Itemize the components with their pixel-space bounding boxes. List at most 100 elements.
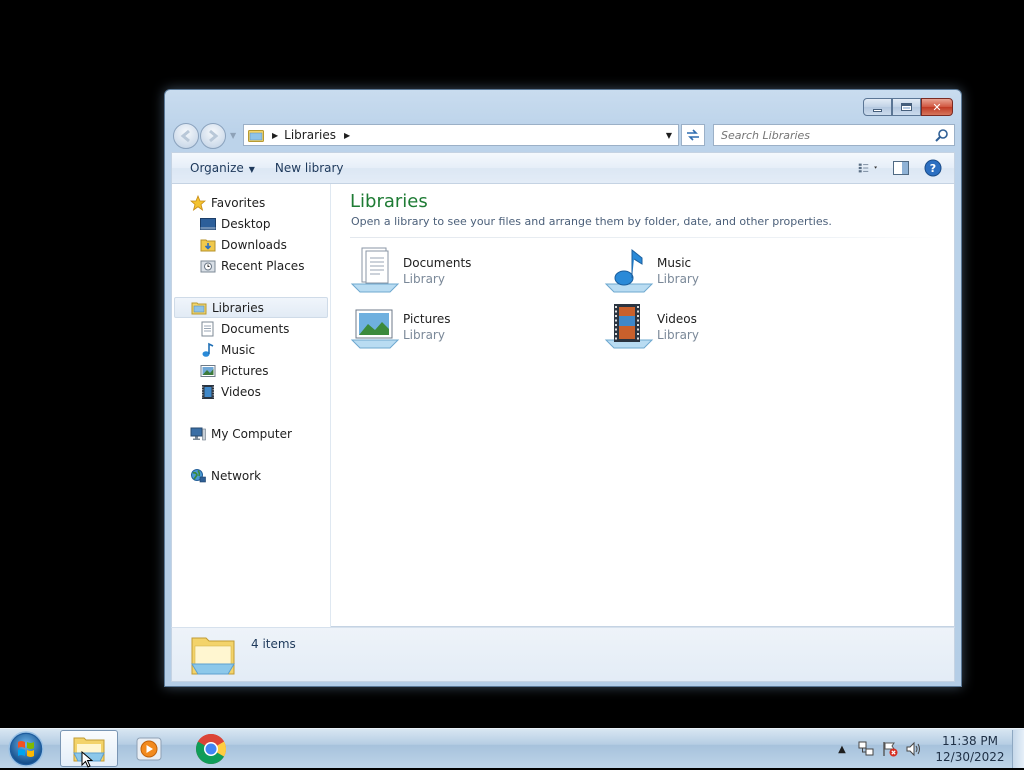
library-item-videos[interactable]: Videos Library: [604, 302, 834, 354]
nav-pictures[interactable]: Pictures: [200, 360, 269, 381]
nav-libraries-label: Libraries: [212, 300, 264, 315]
nav-libraries[interactable]: Libraries: [174, 297, 328, 318]
clock-date: 12/30/2022: [935, 750, 1005, 764]
search-input[interactable]: [721, 128, 921, 142]
breadcrumb-separator-icon[interactable]: ▶: [344, 131, 350, 140]
clock-time: 11:38 PM: [942, 734, 998, 748]
caption-buttons: ✕: [863, 98, 953, 116]
network-icon: [190, 468, 206, 484]
taskbar-chrome[interactable]: [182, 730, 240, 767]
page-subtitle: Open a library to see your files and arr…: [351, 215, 832, 228]
pictures-library-icon: [350, 309, 400, 349]
libraries-icon: [191, 300, 207, 316]
library-type: Library: [657, 328, 699, 342]
nav-downloads[interactable]: Downloads: [200, 234, 287, 255]
command-bar: Organize ▼ New library ?: [171, 152, 955, 184]
nav-recent-places[interactable]: Recent Places: [200, 255, 304, 276]
change-view-button[interactable]: [858, 158, 880, 178]
nav-desktop[interactable]: Desktop: [200, 213, 271, 234]
clock[interactable]: 11:38 PM 12/30/2022: [934, 733, 1006, 765]
breadcrumb-libraries[interactable]: Libraries: [284, 128, 336, 142]
downloads-folder-icon: [200, 237, 216, 253]
organize-menu-button[interactable]: Organize ▼: [180, 155, 265, 181]
new-library-label: New library: [274, 161, 344, 175]
recent-pages-dropdown[interactable]: ▼: [230, 131, 236, 140]
nav-desktop-label: Desktop: [221, 216, 271, 231]
network-tray-icon[interactable]: [857, 740, 875, 758]
library-item-pictures[interactable]: Pictures Library: [350, 302, 580, 354]
breadcrumb-separator-icon[interactable]: ▶: [272, 131, 278, 140]
nav-music[interactable]: Music: [200, 339, 255, 360]
nav-favorites[interactable]: Favorites: [190, 192, 265, 213]
nav-network[interactable]: Network: [190, 465, 261, 486]
library-name: Documents: [403, 256, 472, 270]
music-note-icon: [200, 342, 216, 358]
nav-my-computer[interactable]: My Computer: [190, 423, 292, 444]
libraries-content: Libraries Open a library to see your fil…: [332, 184, 954, 627]
library-name: Pictures: [403, 312, 451, 326]
back-button[interactable]: [173, 123, 199, 149]
recent-places-icon: [200, 258, 216, 274]
library-item-documents[interactable]: Documents Library: [350, 246, 580, 298]
details-pane: 4 items: [171, 627, 955, 682]
address-bar[interactable]: ▶ Libraries ▶ ▼: [243, 124, 679, 146]
action-center-flag-icon[interactable]: [881, 740, 899, 758]
address-row: ▼ ▶ Libraries ▶ ▼: [171, 123, 955, 149]
nav-videos[interactable]: Videos: [200, 381, 261, 402]
help-button[interactable]: ?: [922, 158, 944, 178]
library-type: Library: [657, 272, 699, 286]
mouse-cursor-icon: [81, 751, 93, 768]
library-type: Library: [403, 272, 445, 286]
forward-arrow-icon: [209, 129, 219, 143]
chevron-down-icon: ▼: [248, 165, 255, 174]
star-icon: [190, 194, 206, 211]
close-button[interactable]: ✕: [921, 98, 953, 116]
taskbar-windows-explorer[interactable]: [60, 730, 118, 768]
start-button[interactable]: [6, 731, 46, 767]
svg-text:?: ?: [930, 162, 936, 175]
back-arrow-icon: [180, 129, 190, 143]
documents-icon: [200, 321, 216, 337]
nav-recent-places-label: Recent Places: [221, 258, 305, 273]
desktop-icon: [200, 216, 216, 232]
refresh-button[interactable]: [681, 124, 705, 146]
videos-film-icon: [200, 384, 216, 400]
nav-favorites-label: Favorites: [211, 195, 266, 210]
windows-logo-icon: [8, 731, 44, 767]
nav-my-computer-label: My Computer: [211, 426, 292, 441]
libraries-folder-icon: [191, 637, 235, 675]
organize-label: Organize: [190, 161, 244, 175]
library-name: Videos: [657, 312, 697, 326]
help-icon: ?: [924, 159, 942, 177]
library-item-music[interactable]: Music Library: [604, 246, 834, 298]
taskbar-media-player[interactable]: [120, 730, 178, 767]
nav-documents-label: Documents: [221, 321, 290, 336]
page-title: Libraries: [350, 191, 428, 212]
show-hidden-icons-button[interactable]: ▲: [833, 740, 851, 758]
close-icon: ✕: [932, 100, 942, 114]
taskbar: ▲ 11:38 PM 12/30/2022: [0, 728, 1024, 768]
nav-documents[interactable]: Documents: [200, 318, 289, 339]
refresh-icon: [687, 129, 699, 141]
maximize-button[interactable]: [892, 98, 921, 116]
new-library-button[interactable]: New library: [265, 155, 354, 181]
address-dropdown-button[interactable]: ▼: [660, 125, 678, 145]
videos-library-icon: [604, 304, 654, 349]
system-tray: ▲ 11:38 PM 12/30/2022: [830, 729, 1024, 769]
divider: [350, 237, 944, 238]
libraries-folder-icon: [248, 129, 264, 142]
view-tools: ?: [858, 158, 954, 178]
view-options-icon: [858, 163, 878, 173]
preview-pane-button[interactable]: [890, 158, 912, 178]
volume-icon[interactable]: [905, 740, 923, 758]
search-icon[interactable]: [935, 128, 949, 142]
show-desktop-button[interactable]: [1012, 730, 1024, 768]
nav-network-label: Network: [211, 468, 262, 483]
minimize-button[interactable]: [863, 98, 892, 116]
window-body: Favorites Desktop Downloads Recent Place…: [171, 184, 955, 627]
search-box[interactable]: [713, 124, 955, 146]
chrome-icon: [195, 733, 227, 764]
pictures-icon: [200, 363, 216, 379]
forward-button[interactable]: [200, 123, 226, 149]
nav-videos-label: Videos: [221, 384, 261, 399]
